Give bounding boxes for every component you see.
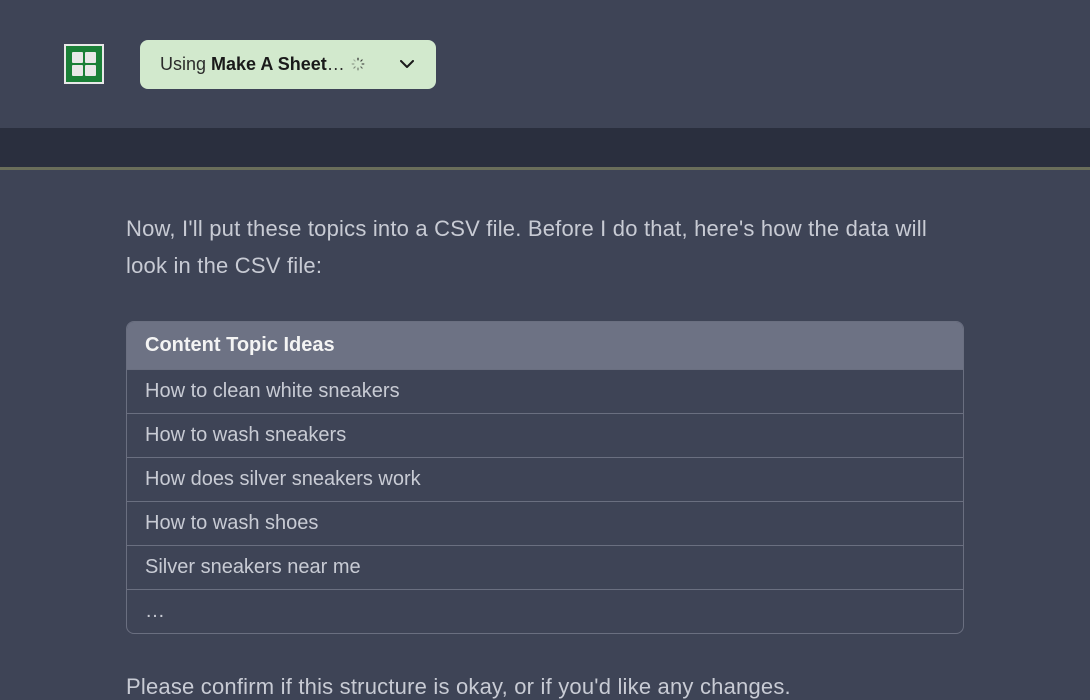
table-row: …	[127, 589, 963, 633]
table-row: How to wash shoes	[127, 501, 963, 545]
sheet-logo	[64, 44, 104, 84]
sheet-grid-icon	[72, 52, 96, 76]
content-area: Now, I'll put these topics into a CSV fi…	[0, 170, 1090, 700]
chevron-down-icon	[398, 55, 416, 73]
tool-dropdown[interactable]: Using Make A Sheet…	[140, 40, 436, 89]
table-row: Silver sneakers near me	[127, 545, 963, 589]
top-bar: Using Make A Sheet…	[0, 0, 1090, 128]
table-cell: Silver sneakers near me	[145, 556, 361, 578]
tool-suffix: …	[327, 54, 345, 74]
tool-name: Make A Sheet	[211, 54, 327, 74]
table-row: How to wash sneakers	[127, 413, 963, 457]
tool-prefix: Using	[160, 54, 211, 74]
confirm-text: Please confirm if this structure is okay…	[126, 674, 964, 700]
table-cell: How to wash sneakers	[145, 424, 346, 446]
data-table: Content Topic Ideas How to clean white s…	[126, 321, 964, 634]
tool-dropdown-label: Using Make A Sheet…	[160, 54, 365, 75]
spinner-icon	[351, 57, 365, 71]
table-header-text: Content Topic Ideas	[145, 334, 335, 356]
table-cell: How to clean white sneakers	[145, 380, 400, 402]
table-cell: How to wash shoes	[145, 512, 318, 534]
table-header: Content Topic Ideas	[127, 322, 963, 369]
table-row: How does silver sneakers work	[127, 457, 963, 501]
table-cell: …	[145, 600, 165, 622]
table-cell: How does silver sneakers work	[145, 468, 421, 490]
dark-band	[0, 128, 1090, 170]
intro-text: Now, I'll put these topics into a CSV fi…	[126, 210, 964, 285]
table-row: How to clean white sneakers	[127, 369, 963, 413]
